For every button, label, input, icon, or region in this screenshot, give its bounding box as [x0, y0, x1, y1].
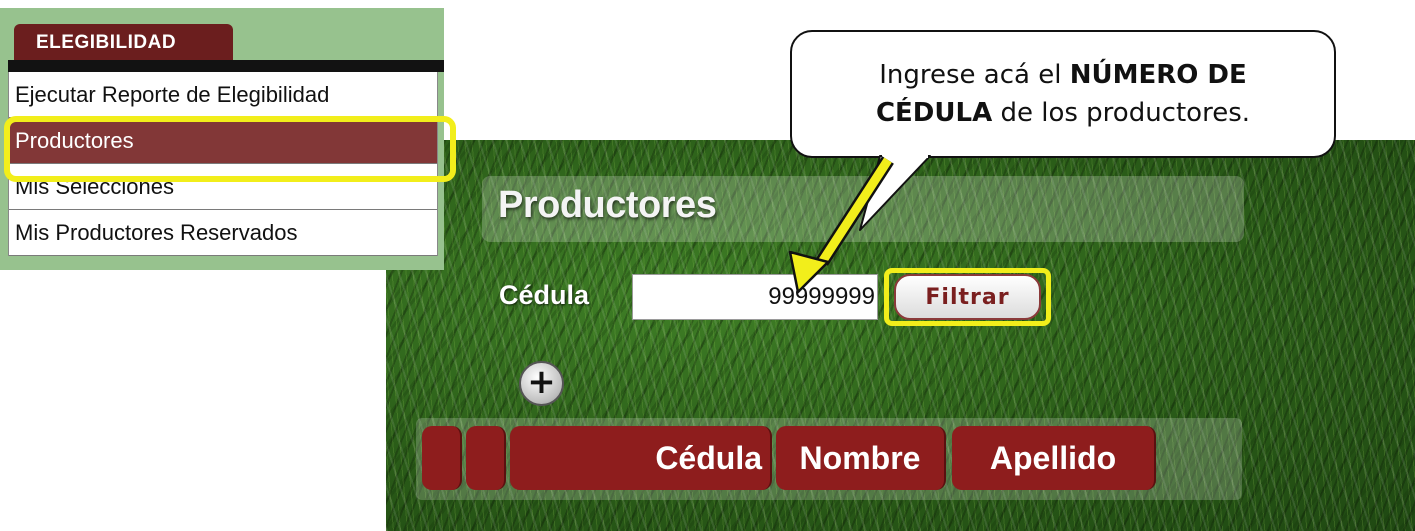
callout-bold-1: NÚMERO DE [1069, 60, 1247, 90]
menu-item-productores-reservados[interactable]: Mis Productores Reservados [9, 210, 437, 256]
menu-bar [8, 60, 444, 72]
table-header-apellido[interactable]: Apellido [952, 426, 1156, 490]
menu-tab-elegibilidad[interactable]: ELEGIBILIDAD [14, 24, 233, 60]
table-header-nombre[interactable]: Nombre [776, 426, 946, 490]
productores-panel: Productores Cédula Filtrar + Cédula Nomb… [386, 140, 1415, 531]
productores-highlight [4, 116, 456, 182]
menu-item-ejecutar-reporte[interactable]: Ejecutar Reporte de Elegibilidad [9, 72, 437, 118]
cedula-input[interactable] [632, 274, 878, 320]
filter-button[interactable]: Filtrar [894, 274, 1041, 320]
page-title: Productores [498, 184, 717, 226]
table-header-select[interactable] [422, 426, 462, 490]
callout-bold-2: CÉDULA [875, 98, 993, 128]
table-header-cedula[interactable]: Cédula [510, 426, 772, 490]
add-icon[interactable]: + [519, 361, 564, 406]
table-header-actions[interactable] [466, 426, 506, 490]
callout-text-1: Ingrese acá el [879, 60, 1070, 90]
elegibilidad-menu: ELEGIBILIDAD Ejecutar Reporte de Elegibi… [0, 8, 456, 270]
cedula-label: Cédula [499, 280, 590, 310]
instruction-callout: Ingrese acá el NÚMERO DE CÉDULA de los p… [790, 30, 1336, 158]
callout-text-2: de los productores. [992, 98, 1251, 128]
